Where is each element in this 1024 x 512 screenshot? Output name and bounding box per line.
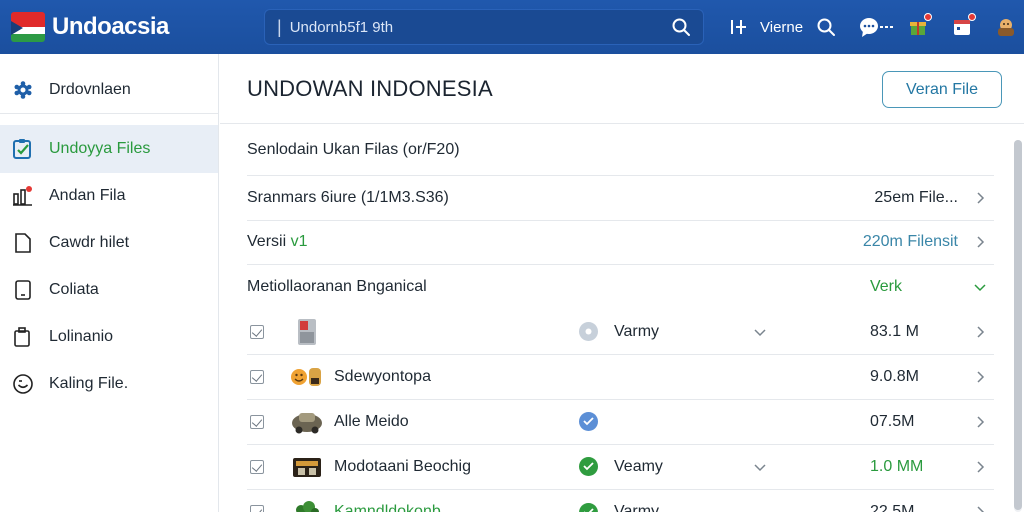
chevron-right-icon[interactable]: [974, 325, 986, 338]
info-row-version[interactable]: Versii v1 220m Filensit: [247, 221, 994, 265]
sidebar-item-feedback[interactable]: Kaling File.: [0, 360, 218, 408]
table-row[interactable]: Kamndldokonb Varmy 22.5M: [247, 490, 994, 512]
file-size: 9.0.8M: [870, 367, 919, 385]
section-value: Verk: [869, 278, 902, 296]
page-title: UNDOWAN INDONESIA: [247, 75, 493, 101]
fridge-icon: [290, 317, 324, 347]
table-row[interactable]: Sdewyontopa 9.0.8M: [247, 355, 994, 400]
sidebar-item-label: Kaling File.: [49, 375, 129, 392]
bar-chart-icon: [12, 185, 34, 207]
section-header-row[interactable]: Metiollaoranan Bnganical Verk: [247, 265, 994, 310]
scrollbar-thumb[interactable]: [1014, 140, 1022, 510]
detail-list: Senlodain Ukan Filas (or/F20) Sranmars 6…: [220, 124, 1024, 512]
smiley-icon: [12, 373, 34, 395]
version-value: v1: [290, 233, 308, 251]
gift-icon[interactable]: [907, 13, 933, 38]
row-checkbox[interactable]: [250, 459, 264, 474]
chevron-down-icon[interactable]: [974, 281, 986, 293]
file-icon: [12, 232, 34, 254]
box-icon: [290, 452, 324, 482]
emoji-icon: [290, 362, 324, 392]
file-name: Modotaani Beochig: [334, 457, 471, 475]
checklist-icon: [12, 138, 34, 160]
row-checkbox[interactable]: [250, 324, 264, 339]
file-status: Veamy: [614, 457, 663, 475]
flag-logo-icon: [11, 12, 45, 42]
main-panel: UNDOWAN INDONESIA Veran File Senlodain U…: [220, 54, 1024, 512]
row-checkbox[interactable]: [250, 505, 264, 512]
info-row-value: 220m Filensit: [862, 233, 958, 251]
version-label: Versii: [247, 233, 287, 251]
chat-icon[interactable]: [859, 16, 895, 38]
page-header: UNDOWAN INDONESIA Veran File: [220, 54, 1024, 124]
chevron-right-icon[interactable]: [974, 370, 986, 383]
blue-check-icon: [579, 412, 598, 431]
file-size: 1.0 MM: [870, 457, 924, 475]
sidebar-item-label: Cawdr hilet: [49, 234, 130, 251]
file-name: Sdewyontopa: [334, 367, 431, 385]
car-icon: [290, 407, 324, 437]
sidebar: Drdovnlaen Undoyya Files Andan Fila Cawd…: [0, 54, 219, 512]
chevron-right-icon[interactable]: [974, 415, 986, 428]
info-row: Senlodain Ukan Filas (or/F20): [247, 124, 994, 176]
file-name: Kamndldokonb: [334, 503, 441, 512]
brand-name: Undoacsia: [52, 13, 169, 40]
pending-icon: [579, 322, 598, 341]
avatar[interactable]: [995, 16, 1017, 38]
chevron-right-icon[interactable]: [974, 192, 986, 204]
search-icon[interactable]: [815, 16, 837, 38]
file-status: Varmy: [614, 503, 660, 512]
file-name: Alle Meido: [334, 412, 409, 430]
gear-icon: [12, 79, 34, 101]
tablet-icon: [12, 279, 34, 301]
chevron-down-icon[interactable]: [754, 461, 766, 473]
sidebar-item-label: Coliata: [49, 281, 99, 298]
info-row[interactable]: Sranmars 6iure (1/1M3.S36) 25em File...: [247, 176, 994, 221]
sidebar-item-collection[interactable]: Coliata: [0, 266, 218, 314]
calendar-icon[interactable]: [951, 13, 977, 38]
notification-dot: [968, 13, 977, 21]
text-insert-icon[interactable]: [728, 16, 750, 38]
scrollbar[interactable]: [1014, 140, 1022, 512]
file-status: Varmy: [614, 322, 660, 340]
chevron-right-icon[interactable]: [974, 236, 986, 248]
sidebar-item-clipboard[interactable]: Lolinanio: [0, 313, 218, 361]
table-row[interactable]: Alle Meido 07.5M: [247, 400, 994, 445]
file-size: 83.1 M: [870, 322, 919, 340]
chevron-right-icon[interactable]: [974, 460, 986, 473]
sidebar-item-downloads[interactable]: Drdovnlaen: [0, 66, 218, 114]
sidebar-item-label: Andan Fila: [49, 187, 126, 204]
sidebar-item-label: Drdovnlaen: [49, 81, 131, 98]
notification-dot: [924, 13, 933, 21]
version-file-button[interactable]: Veran File: [882, 71, 1002, 108]
plant-icon: [290, 497, 324, 512]
row-checkbox[interactable]: [250, 369, 264, 384]
sidebar-item-files[interactable]: Undoyya Files: [0, 125, 218, 173]
sidebar-item-analytics[interactable]: Andan Fila: [0, 172, 218, 220]
chevron-down-icon[interactable]: [754, 326, 766, 338]
green-check-icon: [579, 457, 598, 476]
green-check-icon: [579, 502, 598, 512]
sidebar-item-label: Undoyya Files: [49, 140, 151, 157]
clipboard-icon: [12, 326, 34, 348]
file-size: 07.5M: [870, 412, 915, 430]
info-row-value: 25em File...: [874, 188, 958, 206]
top-bar: Undoacsia | Vierne: [0, 0, 1024, 54]
table-row[interactable]: Varmy 83.1 M: [247, 310, 994, 355]
info-row-label: Senlodain Ukan Filas (or/F20): [247, 140, 460, 158]
chevron-right-icon[interactable]: [974, 506, 986, 512]
file-size: 22.5M: [870, 503, 915, 512]
sidebar-item-documents[interactable]: Cawdr hilet: [0, 219, 218, 267]
table-row[interactable]: Modotaani Beochig Veamy 1.0 MM: [247, 445, 994, 490]
brand[interactable]: Undoacsia: [11, 12, 251, 42]
sidebar-item-label: Lolinanio: [49, 328, 114, 345]
text-cursor-icon: |: [277, 16, 282, 37]
search-input[interactable]: [289, 18, 671, 36]
topbar-label[interactable]: Vierne: [760, 19, 803, 36]
search-bar[interactable]: |: [264, 9, 704, 45]
row-checkbox[interactable]: [250, 414, 264, 429]
search-icon[interactable]: [671, 17, 691, 37]
